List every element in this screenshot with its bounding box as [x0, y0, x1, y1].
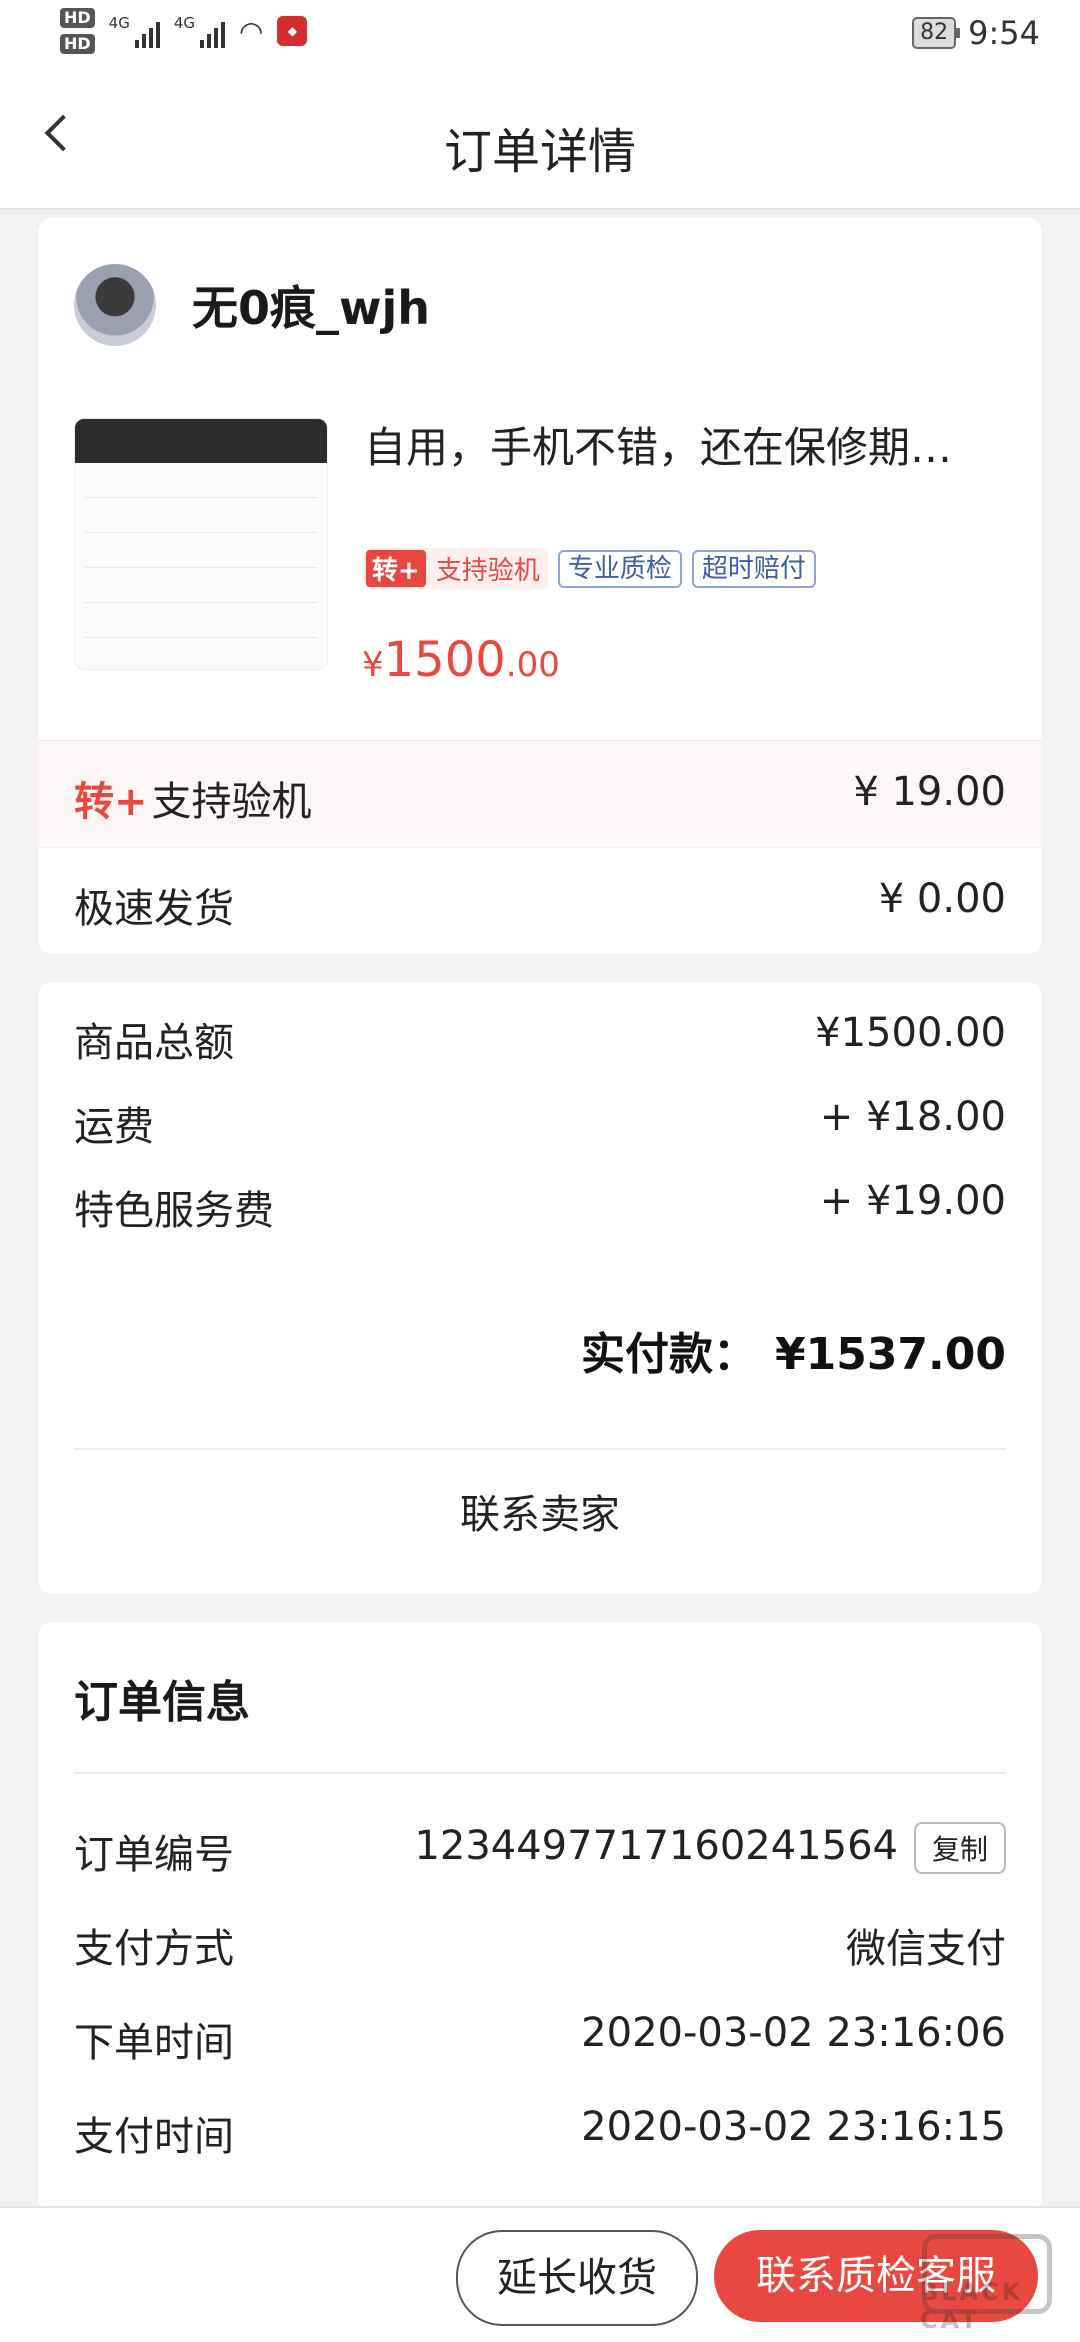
service-inspection-text: 支持验机 — [151, 779, 312, 825]
inspection-badge: 转+ 支持验机 — [364, 548, 548, 589]
pay-time-value: 2020-03-02 23:16:15 — [581, 2104, 1006, 2150]
thumbnail-row — [85, 644, 317, 669]
hd2-icon: HD — [60, 34, 95, 54]
goods-total-value: ¥1500.00 — [815, 1010, 1006, 1056]
status-bar: HD HD 4G 4G ◠ ◆ 82 9:54 — [0, 0, 1080, 72]
payment-summary-card: 商品总额 ¥1500.00 运费 + ¥18.00 特色服务费 + ¥19.00… — [38, 982, 1042, 1594]
seller-info[interactable]: 无0痕_wjh — [74, 264, 430, 346]
service-fast-delivery-value: ¥ 0.00 — [878, 876, 1006, 922]
service-fast-delivery-row: 极速发货 ¥ 0.00 — [38, 848, 1042, 954]
signal2-icon: 4G — [173, 14, 226, 48]
clock: 9:54 — [968, 14, 1040, 52]
price-decimal: .00 — [505, 645, 560, 685]
watermark-text: BLACK CAT — [920, 2278, 1024, 2334]
wifi-icon: ◠ — [239, 14, 264, 48]
service-fee-row: 特色服务费 + ¥19.00 — [74, 1178, 1006, 1234]
signal1-icon: 4G — [109, 14, 160, 48]
product-title[interactable]: 自用，手机不错，还在保修期… — [364, 414, 1004, 475]
order-time-value: 2020-03-02 23:16:06 — [581, 2010, 1006, 2056]
order-time-row: 下单时间 2020-03-02 23:16:06 — [74, 2010, 1006, 2066]
extend-receipt-button[interactable]: 延长收货 — [456, 2230, 698, 2326]
thumbnail-row — [85, 609, 317, 638]
pay-time-row: 支付时间 2020-03-02 23:16:15 — [74, 2104, 1006, 2160]
paid-total: 实付款： ¥1537.00 — [581, 1318, 1006, 1382]
network2-label: 4G — [173, 14, 196, 32]
shipping-label: 运费 — [74, 1104, 154, 1150]
thumbnail-row — [85, 574, 317, 603]
thumbnail-row — [85, 469, 317, 498]
order-info-title: 订单信息 — [74, 1677, 250, 1728]
zhuan-plus-icon: 转+ — [366, 550, 426, 587]
service-fee-value: + ¥19.00 — [819, 1178, 1006, 1224]
tag-pro-inspection: 专业质检 — [557, 549, 682, 588]
shipping-value: + ¥18.00 — [819, 1094, 1006, 1140]
contact-seller-button[interactable]: 联系卖家 — [38, 1482, 1042, 1540]
price-currency: ¥ — [362, 645, 384, 685]
inspection-badge-label: 支持验机 — [435, 556, 540, 586]
divider — [74, 1448, 1006, 1450]
pay-method-row: 支付方式 微信支付 — [74, 1916, 1006, 1972]
network1-label: 4G — [108, 14, 130, 32]
order-number-value: 1234497717160241564 — [414, 1823, 898, 1869]
order-time-label: 下单时间 — [74, 2020, 234, 2066]
status-left: HD HD 4G 4G ◠ ◆ — [60, 8, 308, 54]
tag-timeout-compensation: 超时赔付 — [691, 549, 816, 588]
seller-name: 无0痕_wjh — [192, 281, 431, 335]
bottom-action-bar: 延长收货 联系质检客服 BLACK CAT — [0, 2206, 1080, 2342]
hd1-icon: HD — [60, 8, 95, 28]
order-number-row: 订单编号 1234497717160241564 复制 — [74, 1822, 1006, 1878]
thumbnail-row — [85, 504, 317, 533]
product-tags: 转+ 支持验机 专业质检 超时赔付 — [364, 548, 816, 589]
hd-indicators: HD HD — [60, 8, 95, 54]
battery-icon: 82 — [912, 17, 961, 49]
shipping-row: 运费 + ¥18.00 — [74, 1094, 1006, 1150]
product-card: 无0痕_wjh 自用，手机不错，还在保修期… 转+ 支持验机 专业质检 超时赔付… — [38, 218, 1042, 954]
service-inspection-row: 转+ 支持验机 ¥ 19.00 — [38, 740, 1042, 848]
thumbnail-header — [75, 419, 327, 463]
goods-total-row: 商品总额 ¥1500.00 — [74, 1010, 1006, 1066]
app-notification-icon: ◆ — [277, 16, 308, 46]
order-info-card: 订单信息 订单编号 1234497717160241564 复制 支付方式 微信支… — [38, 1622, 1042, 2212]
service-fast-delivery-label: 极速发货 — [74, 886, 234, 932]
goods-total-label: 商品总额 — [74, 1020, 234, 1066]
product-thumbnail[interactable] — [74, 418, 328, 670]
order-number-label: 订单编号 — [74, 1832, 234, 1878]
service-inspection-label: 转+ 支持验机 — [74, 769, 312, 827]
status-right: 82 9:54 — [912, 14, 1040, 52]
service-inspection-value: ¥ 19.00 — [853, 769, 1006, 815]
paid-amount: ¥1537.00 — [774, 1329, 1006, 1380]
thumbnail-row — [85, 539, 317, 568]
pay-method-label: 支付方式 — [74, 1926, 234, 1972]
divider — [74, 1772, 1006, 1774]
page-title: 订单详情 — [443, 124, 636, 180]
nav-bar: 订单详情 — [0, 72, 1080, 210]
pay-time-label: 支付时间 — [74, 2114, 234, 2160]
paid-label: 实付款： — [580, 1329, 757, 1380]
pay-method-value: 微信支付 — [846, 1926, 1006, 1972]
price-integer: 1500 — [383, 632, 506, 688]
copy-button[interactable]: 复制 — [913, 1822, 1006, 1874]
order-number-value-wrap: 1234497717160241564 复制 — [414, 1822, 1006, 1874]
watermark-logo: BLACK CAT — [920, 2234, 1070, 2334]
zhuan-plus-icon: 转+ — [74, 779, 148, 825]
service-fee-label: 特色服务费 — [74, 1188, 274, 1234]
product-price: ¥1500.00 — [362, 632, 560, 688]
avatar[interactable] — [74, 264, 156, 346]
